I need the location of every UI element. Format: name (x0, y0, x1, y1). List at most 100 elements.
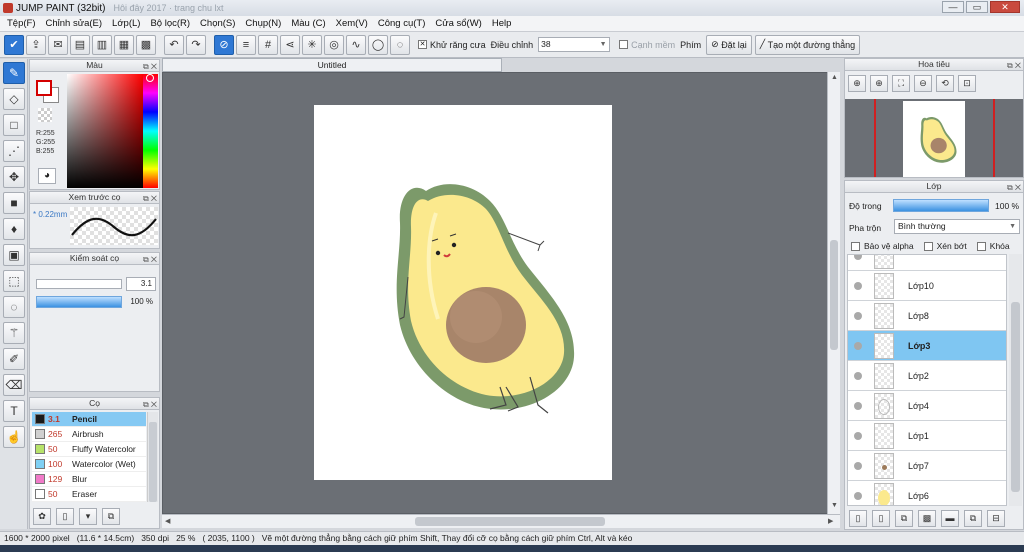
zoom-out-icon[interactable]: ⊖ (914, 75, 932, 92)
panel-controls-icon[interactable]: ⧉ ✕ (1007, 60, 1021, 71)
panel-controls-icon[interactable]: ⧉ ✕ (143, 61, 157, 72)
lock-checkbox[interactable] (976, 241, 986, 251)
make-line-button[interactable]: ╱ Tạo một đường thẳng (754, 34, 861, 55)
merge-layer-icon[interactable]: ⊟ (987, 510, 1005, 527)
visibility-icon[interactable] (854, 461, 862, 470)
document-icon[interactable]: ▥ (92, 34, 112, 55)
brush-row[interactable]: 100 Watercolor (Wet) (32, 457, 146, 472)
comment-icon[interactable]: ✉ (48, 34, 68, 55)
menu-filter[interactable]: Bộ lọc(R) (145, 18, 195, 29)
chevron-down-icon[interactable]: ▼ (598, 39, 608, 50)
visibility-icon[interactable] (854, 281, 862, 290)
bucket-tool-icon[interactable]: ♦ (3, 218, 25, 240)
menu-tools[interactable]: Công cụ(T) (373, 18, 431, 29)
zoom-in-alt-icon[interactable]: ⊕ (870, 75, 888, 92)
hue-marker[interactable] (146, 74, 154, 82)
visibility-icon[interactable] (854, 491, 862, 500)
brush-row[interactable]: 50 Fluffy Watercolor (32, 442, 146, 457)
reset-view-icon[interactable]: ⊡ (958, 75, 976, 92)
visibility-icon[interactable] (854, 431, 862, 440)
blend-mode-select[interactable]: Bình thường ▼ (894, 219, 1020, 234)
layer-row[interactable]: Lớp3 (848, 331, 1006, 361)
grid-layout-icon[interactable]: ▩ (136, 34, 156, 55)
gradient-tool-icon[interactable]: ▣ (3, 244, 25, 266)
close-button[interactable]: ✕ (990, 1, 1020, 13)
parallel-ruler-icon[interactable]: ≡ (236, 34, 256, 55)
concentric-ruler-icon[interactable]: ◎ (324, 34, 344, 55)
layer-row[interactable]: Lớp7 (848, 451, 1006, 481)
brush-opacity-slider[interactable] (36, 296, 122, 308)
hue-slider[interactable] (143, 74, 158, 188)
brush-size-slider[interactable] (36, 279, 122, 289)
copy-layer-icon[interactable]: ⧉ (964, 510, 982, 527)
menu-layer[interactable]: Lớp(L) (107, 18, 145, 29)
select-pen-tool-icon[interactable]: ✐ (3, 348, 25, 370)
canvas-horizontal-scrollbar[interactable]: ◀ ▶ (162, 514, 840, 528)
eraser-tool-icon[interactable]: ◇ (3, 88, 25, 110)
rectangle-tool-icon[interactable]: □ (3, 114, 25, 136)
move-tool-icon[interactable]: ✥ (3, 166, 25, 188)
screentone-layer-icon[interactable]: ▩ (918, 510, 936, 527)
brush-menu-icon[interactable]: ▾ (79, 508, 97, 525)
minimize-button[interactable]: — (942, 1, 964, 13)
menu-view[interactable]: Xem(V) (331, 18, 373, 29)
menu-capture[interactable]: Chụp(N) (240, 18, 286, 29)
brush-copy-icon[interactable]: ⧉ (102, 508, 120, 525)
layer-row[interactable]: Lớp1 (848, 421, 1006, 451)
visibility-icon[interactable] (854, 255, 862, 260)
layer-row[interactable]: Lớp4 (848, 391, 1006, 421)
panel-controls-icon[interactable]: ⧉ ✕ (143, 399, 157, 410)
layer-row[interactable]: Lớp10 (848, 271, 1006, 301)
scroll-down-icon[interactable]: ▼ (831, 502, 838, 509)
panel-controls-icon[interactable]: ⧉ ✕ (1007, 182, 1021, 193)
hand-tool-icon[interactable]: ☝ (3, 426, 25, 448)
layer-opacity-slider[interactable] (893, 199, 989, 212)
undo-icon[interactable]: ↶ (164, 34, 184, 55)
maximize-button[interactable]: ▭ (966, 1, 988, 13)
new-layer-alt-icon[interactable]: ▯ (872, 510, 890, 527)
scrollbar-thumb[interactable] (1011, 302, 1020, 492)
scrollbar-thumb[interactable] (415, 517, 605, 526)
antialias-checkbox[interactable]: ✕ (418, 40, 427, 49)
foreground-color-swatch[interactable] (36, 80, 52, 96)
scroll-right-icon[interactable]: ▶ (828, 517, 833, 525)
menu-help[interactable]: Help (487, 18, 517, 29)
ruler-off-icon[interactable]: ⊘ (214, 34, 234, 55)
message-icon[interactable]: ▤ (70, 34, 90, 55)
text-tool-icon[interactable]: T (3, 400, 25, 422)
perspective-ruler-icon[interactable]: ⋖ (280, 34, 300, 55)
visibility-icon[interactable] (854, 311, 862, 320)
duplicate-layer-icon[interactable]: ⧉ (895, 510, 913, 527)
brush-row[interactable]: 3.1 Pencil (32, 412, 146, 427)
canvas-vertical-scrollbar[interactable]: ▲ ▼ (827, 72, 840, 514)
new-brush-icon[interactable]: ▯ (56, 508, 74, 525)
brush-row[interactable]: 129 Blur (32, 472, 146, 487)
radial-ruler-icon[interactable]: ✳ (302, 34, 322, 55)
layer-row[interactable]: Lớp6 (848, 481, 1006, 505)
scrollbar-thumb[interactable] (830, 240, 838, 350)
share-icon[interactable]: ⇪ (26, 34, 46, 55)
lasso-tool-icon[interactable]: ◌ (3, 296, 25, 318)
navigator-view[interactable] (845, 99, 1023, 177)
new-layer-icon[interactable]: ▯ (849, 510, 867, 527)
protect-alpha-checkbox[interactable] (851, 241, 860, 251)
visibility-icon[interactable] (854, 401, 862, 410)
layer-list-scrollbar[interactable] (1009, 254, 1022, 506)
panel-controls-icon[interactable]: ⧉ ✕ (143, 254, 157, 265)
fill-shape-tool-icon[interactable]: ■ (3, 192, 25, 214)
magic-wand-tool-icon[interactable]: ⚚ (3, 322, 25, 344)
chevron-down-icon[interactable]: ▼ (1009, 220, 1016, 233)
menu-select[interactable]: Chọn(S) (195, 18, 240, 29)
page-settings-icon[interactable]: ▦ (114, 34, 134, 55)
zoom-in-icon[interactable]: ⊕ (848, 75, 866, 92)
ellipse-ruler-icon[interactable]: ◯ (368, 34, 388, 55)
scroll-left-icon[interactable]: ◀ (165, 517, 170, 525)
reset-button[interactable]: ⊘ Đặt lại (706, 34, 752, 55)
curve-ruler-icon[interactable]: ∿ (346, 34, 366, 55)
grid-ruler-icon[interactable]: # (258, 34, 278, 55)
brush-row[interactable]: 50 Eraser (32, 487, 146, 502)
saturation-value-picker[interactable] (67, 74, 143, 188)
brush-settings-icon[interactable]: ✿ (33, 508, 51, 525)
cloud-sync-icon[interactable]: ✔ (4, 34, 24, 55)
panel-controls-icon[interactable]: ⧉ ✕ (143, 193, 157, 204)
